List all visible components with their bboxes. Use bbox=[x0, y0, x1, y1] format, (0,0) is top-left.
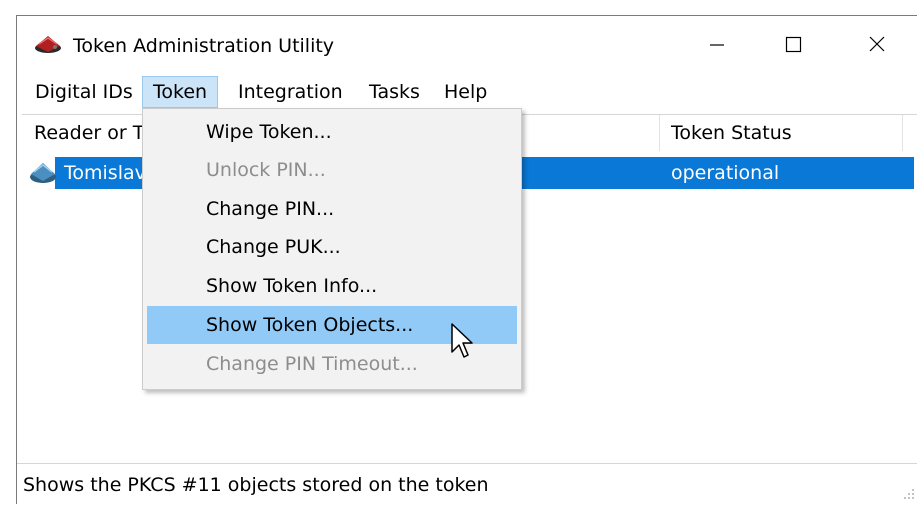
window-title: Token Administration Utility bbox=[73, 35, 335, 57]
menu-token[interactable]: Token bbox=[142, 76, 219, 108]
menu-item-wipe-token[interactable]: Wipe Token... bbox=[147, 113, 517, 151]
resize-grip-icon[interactable] bbox=[903, 488, 915, 500]
menu-digital-ids[interactable]: Digital IDs bbox=[25, 76, 143, 108]
row-token-status: operational bbox=[671, 162, 780, 184]
status-text: Shows the PKCS #11 objects stored on the… bbox=[23, 474, 489, 496]
column-separator[interactable] bbox=[902, 115, 903, 151]
mouse-cursor-icon bbox=[451, 323, 473, 358]
maximize-icon bbox=[785, 36, 802, 53]
menu-item-change-pin[interactable]: Change PIN... bbox=[147, 190, 517, 228]
close-button[interactable] bbox=[839, 16, 915, 72]
menu-item-show-token-info[interactable]: Show Token Info... bbox=[147, 267, 517, 305]
title-bar[interactable]: Token Administration Utility bbox=[17, 16, 917, 72]
column-separator[interactable] bbox=[659, 115, 660, 151]
column-header-status[interactable]: Token Status bbox=[671, 115, 792, 151]
menu-tasks[interactable]: Tasks bbox=[359, 76, 430, 108]
column-header-reader[interactable]: Reader or T bbox=[34, 115, 144, 151]
minimize-button[interactable] bbox=[679, 16, 755, 72]
close-icon bbox=[869, 36, 885, 52]
menu-integration[interactable]: Integration bbox=[228, 76, 353, 108]
token-card-icon bbox=[35, 36, 61, 53]
token-card-icon bbox=[30, 163, 56, 183]
menu-item-unlock-pin[interactable]: Unlock PIN... bbox=[147, 151, 517, 189]
maximize-button[interactable] bbox=[755, 16, 831, 72]
row-token-name: Tomislav bbox=[64, 162, 146, 184]
menu-bar: Digital IDs Token Integration Tasks Help bbox=[17, 76, 917, 108]
status-bar: Shows the PKCS #11 objects stored on the… bbox=[17, 463, 917, 506]
menu-help[interactable]: Help bbox=[434, 76, 497, 108]
menu-item-change-puk[interactable]: Change PUK... bbox=[147, 228, 517, 266]
minimize-icon bbox=[710, 44, 724, 46]
